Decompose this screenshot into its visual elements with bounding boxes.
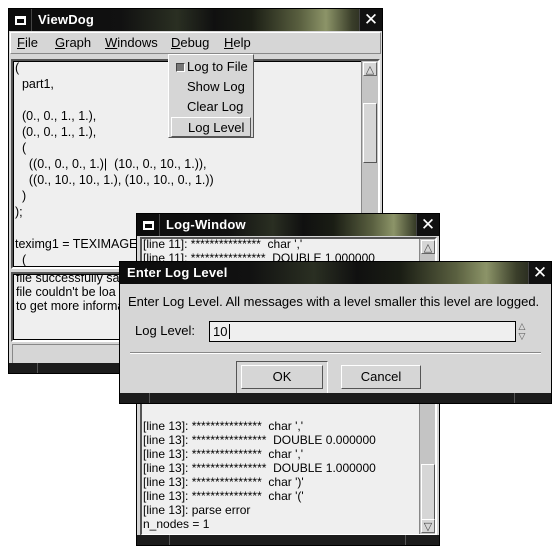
window-menu-icon[interactable] — [9, 9, 32, 31]
menu-item-show-log[interactable]: Show Log — [171, 77, 251, 97]
editor-line: ((0., 10., 10., 1.), (10., 10., 0., 1.)) — [15, 173, 214, 187]
log-level-dialog: Enter Log Level ✕ Enter Log Level. All m… — [119, 261, 552, 404]
menubar: File Graph Windows Debug Help — [10, 32, 381, 54]
dialog-separator — [130, 352, 541, 354]
scroll-thumb[interactable] — [421, 464, 435, 520]
menu-debug-mnemonic: D — [171, 35, 181, 50]
message-line: to get more informa — [16, 299, 125, 313]
menu-item-log-to-file-label: Log to File — [187, 59, 248, 74]
editor-line: ((0., 0., 0., 1.)| (10., 0., 10., 1.)), — [15, 157, 207, 171]
editor-line: teximg1 = TEXIMAGE — [15, 237, 138, 251]
menu-item-clear-log[interactable]: Clear Log — [171, 97, 251, 117]
dialog-titlebar[interactable]: Enter Log Level ✕ — [120, 262, 551, 284]
log-to-file-checkbox[interactable] — [176, 63, 185, 72]
menu-item-show-log-label: Show Log — [187, 79, 245, 94]
scroll-up-icon[interactable]: △ — [363, 62, 377, 76]
window-menu-icon[interactable] — [137, 214, 160, 236]
log-line: [line 11]: *************** char ',' — [143, 237, 303, 251]
menu-windows[interactable]: Windows — [105, 35, 158, 50]
message-line: file couldn't be loa — [16, 285, 116, 299]
log-level-value: 10 — [213, 324, 228, 339]
menu-windows-label: indows — [117, 35, 158, 50]
menu-help-label: elp — [233, 35, 251, 50]
editor-line: ) — [15, 189, 27, 203]
menu-help[interactable]: Help — [224, 35, 251, 50]
message-line: file successfully sa — [16, 272, 120, 285]
log-line: [line 13]: **************** DOUBLE 0.000… — [143, 433, 376, 447]
editor-line: part1, — [15, 77, 54, 91]
log-line: [line 13]: *************** char ',' — [143, 447, 304, 461]
spin-buttons[interactable]: △ ▽ — [516, 321, 528, 343]
log-level-input[interactable]: 10 — [209, 321, 516, 342]
editor-line: ((1.0,0.0,0.0,0.4), ( — [15, 268, 132, 269]
window-title: ViewDog — [38, 12, 95, 27]
log-level-label: Log Level: — [135, 323, 195, 338]
dialog-title: Enter Log Level — [127, 265, 228, 280]
close-icon[interactable]: ✕ — [416, 214, 439, 236]
spin-up-icon[interactable]: △ — [516, 321, 528, 331]
spin-down-icon[interactable]: ▽ — [516, 331, 528, 341]
window-bottom-frame — [137, 535, 439, 545]
scroll-down-icon[interactable]: ▽ — [421, 519, 435, 533]
editor-line: (0., 0., 1., 1.), — [15, 109, 97, 123]
close-icon[interactable]: ✕ — [528, 262, 551, 284]
menu-graph-label: raph — [65, 35, 92, 50]
menu-item-log-to-file[interactable]: Log to File — [171, 57, 251, 77]
editor-line: ( — [15, 141, 27, 155]
log-line: [line 13]: parse error — [143, 503, 251, 517]
log-window-title: Log-Window — [166, 217, 246, 232]
menu-graph-mnemonic: G — [55, 35, 66, 50]
menu-file-label: ile — [24, 35, 38, 50]
log-line: [line 13]: *************** char '(' — [143, 489, 304, 503]
menu-item-log-level-label: Log Level — [188, 120, 245, 135]
dialog-message: Enter Log Level. All messages with a lev… — [128, 294, 540, 309]
menu-help-mnemonic: H — [224, 35, 234, 50]
menu-file[interactable]: File — [17, 35, 38, 50]
menu-graph[interactable]: Graph — [55, 35, 91, 50]
log-line: [line 13]: *************** char ',' — [143, 419, 304, 433]
log-line: [line 13]: *************** char ')' — [143, 475, 304, 489]
viewdog-titlebar[interactable]: ViewDog ✕ — [9, 9, 382, 31]
menu-file-mnemonic: F — [17, 35, 25, 50]
cancel-button[interactable]: Cancel — [341, 365, 421, 389]
editor-line: ( — [15, 61, 20, 75]
ok-button[interactable]: OK — [241, 365, 323, 389]
scroll-thumb[interactable] — [363, 103, 377, 163]
editor-line: ( — [15, 253, 27, 267]
menu-windows-mnemonic: W — [105, 35, 118, 50]
menu-debug-label: ebug — [180, 35, 210, 50]
menu-item-clear-log-label: Clear Log — [187, 99, 244, 114]
editor-line: ); — [15, 205, 23, 219]
scroll-up-icon[interactable]: △ — [421, 240, 435, 254]
editor-line: (0., 0., 1., 1.), — [15, 125, 97, 139]
debug-menu-dropdown: Log to File Show Log Clear Log Log Level — [168, 54, 254, 138]
close-icon[interactable]: ✕ — [359, 9, 382, 31]
menu-item-log-level[interactable]: Log Level — [171, 117, 251, 137]
log-line: n_nodes = 1 — [143, 517, 210, 531]
text-cursor — [229, 324, 230, 339]
menu-debug[interactable]: Debug — [171, 35, 209, 50]
log-window-titlebar[interactable]: Log-Window ✕ — [137, 214, 439, 236]
log-line: [line 13]: **************** DOUBLE 1.000… — [143, 461, 376, 475]
window-bottom-frame — [120, 393, 551, 403]
